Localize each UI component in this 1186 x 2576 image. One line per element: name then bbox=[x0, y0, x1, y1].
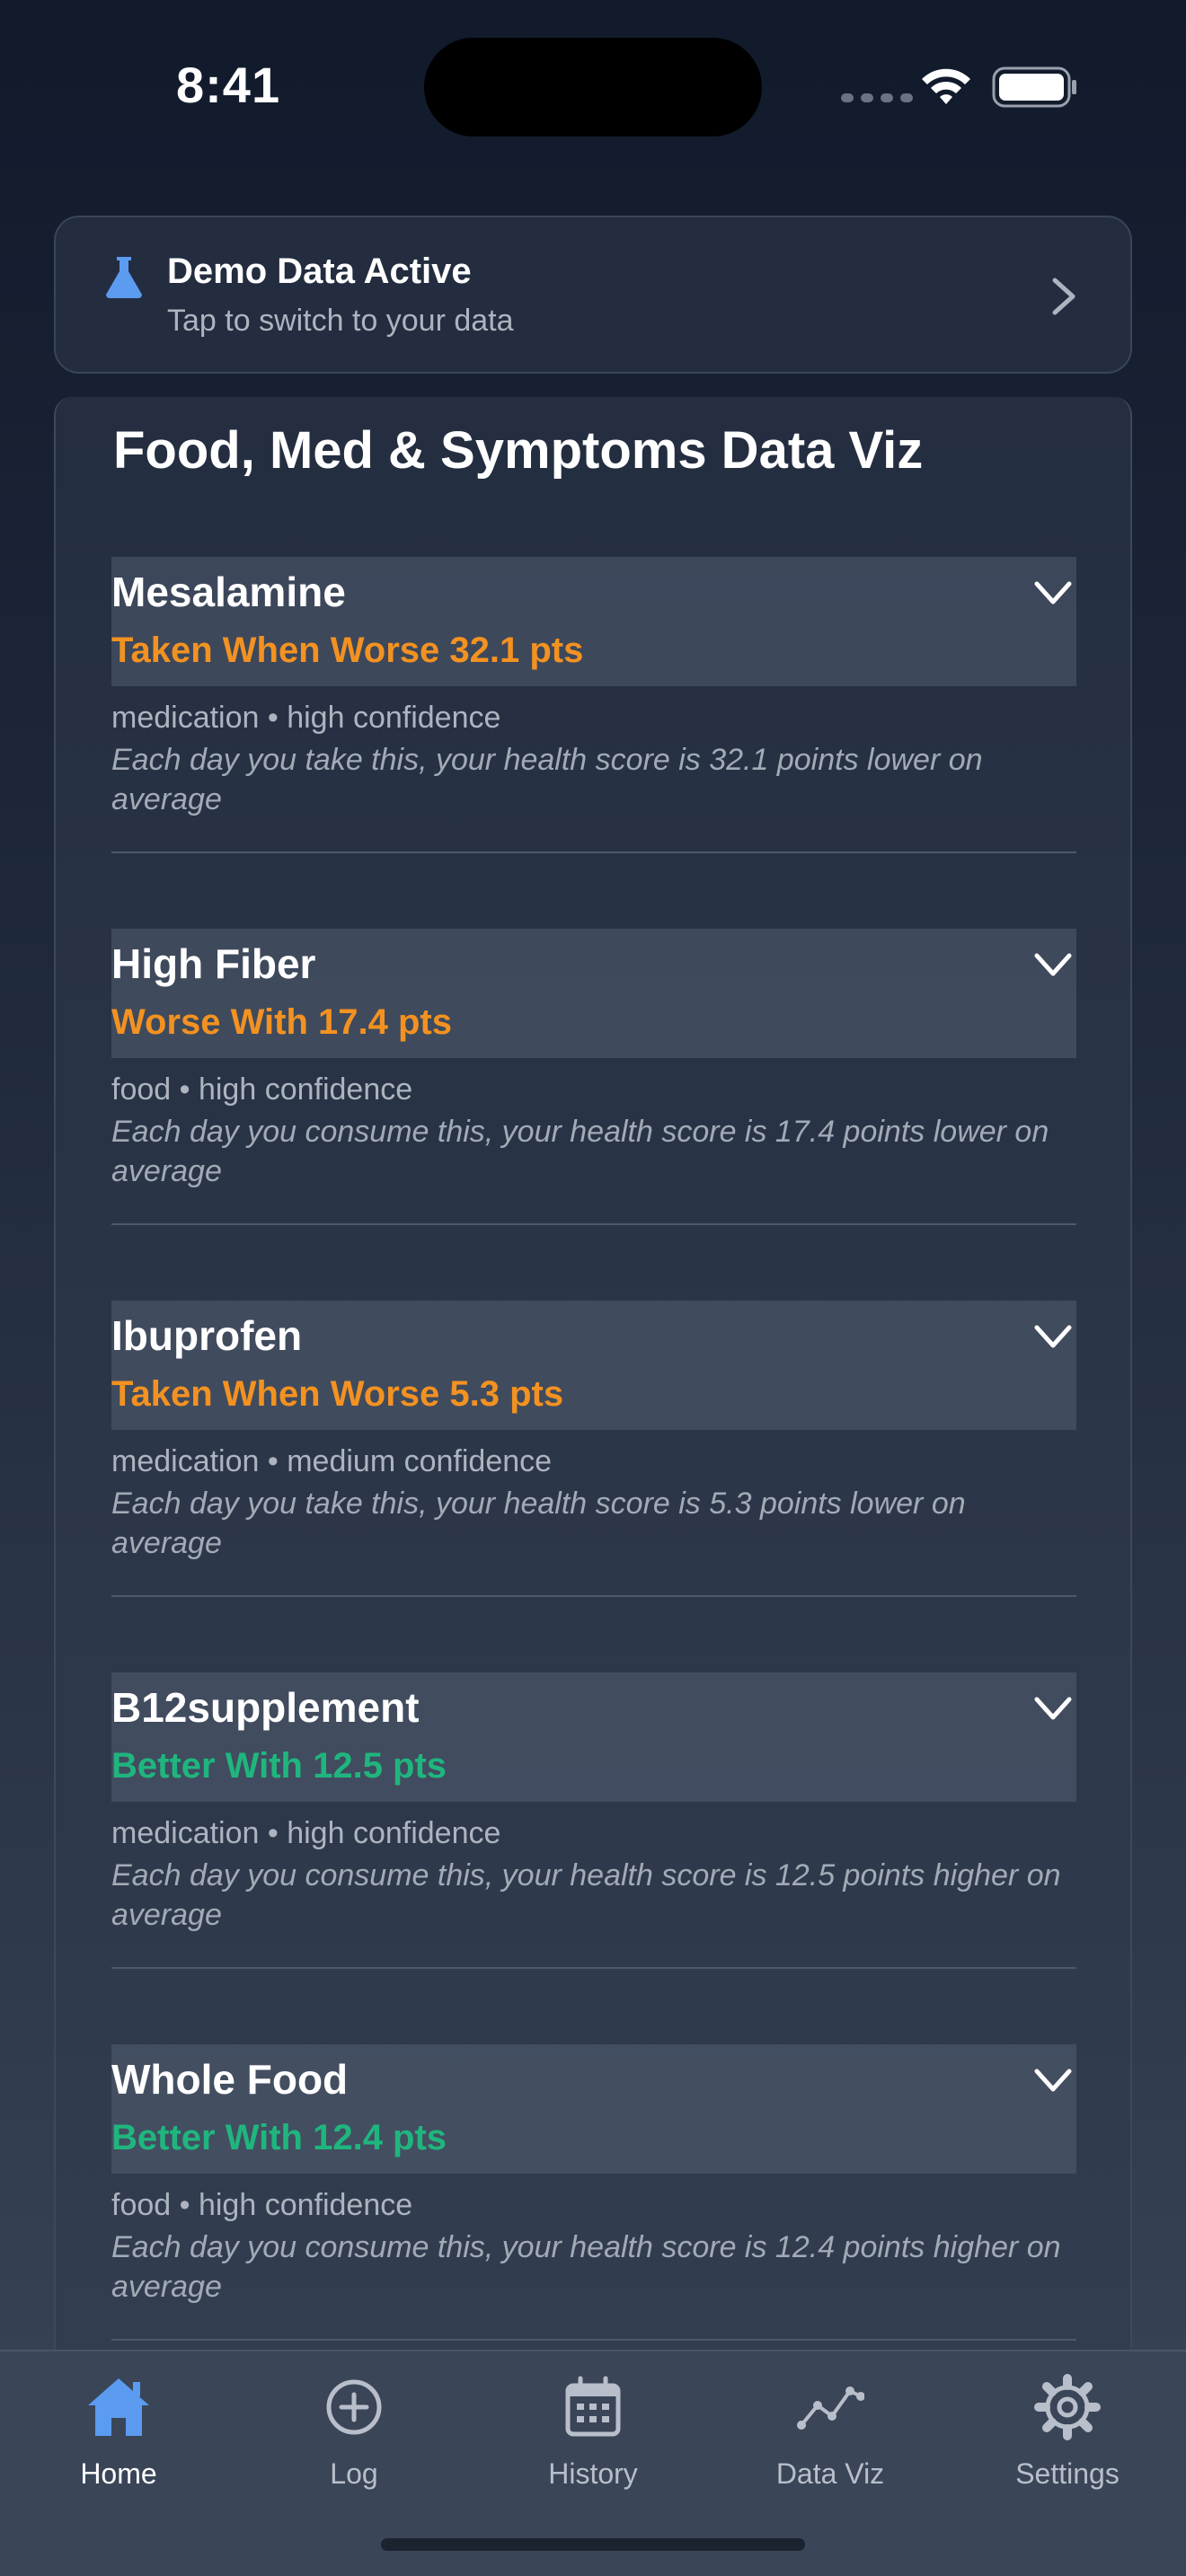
insight-name: Ibuprofen bbox=[111, 1312, 303, 1359]
insight-item: High Fiber Worse With 17.4 pts food • hi… bbox=[111, 929, 1076, 1225]
tab-history[interactable]: History bbox=[503, 2351, 683, 2513]
chevron-down-icon[interactable] bbox=[1033, 2068, 1073, 2095]
line-chart-icon bbox=[797, 2386, 864, 2430]
insight-header[interactable]: Whole Food Better With 12.4 pts bbox=[111, 2044, 1076, 2174]
insight-header[interactable]: B12supplement Better With 12.5 pts bbox=[111, 1672, 1076, 1802]
insight-name: Mesalamine bbox=[111, 569, 346, 615]
banner-title: Demo Data Active bbox=[167, 251, 472, 291]
insight-effect: Taken When Worse 5.3 pts bbox=[111, 1374, 564, 1414]
tab-label: History bbox=[548, 2457, 638, 2490]
divider bbox=[111, 1967, 1076, 1969]
insight-meta: food • high confidence bbox=[111, 1072, 413, 1107]
tab-data-viz[interactable]: Data Viz bbox=[740, 2351, 920, 2513]
dynamic-island bbox=[424, 38, 762, 137]
home-icon bbox=[88, 2378, 149, 2436]
divider bbox=[111, 1595, 1076, 1597]
status-bar: 8:41 bbox=[0, 0, 1186, 180]
battery-icon bbox=[992, 66, 1076, 108]
wifi-icon bbox=[922, 68, 970, 104]
insight-header[interactable]: Ibuprofen Taken When Worse 5.3 pts bbox=[111, 1301, 1076, 1430]
chevron-down-icon[interactable] bbox=[1033, 1696, 1073, 1723]
chevron-down-icon[interactable] bbox=[1033, 952, 1073, 979]
insight-description: Each day you consume this, your health s… bbox=[111, 2230, 1061, 2304]
insight-item: Ibuprofen Taken When Worse 5.3 pts medic… bbox=[111, 1301, 1076, 1597]
insight-header[interactable]: High Fiber Worse With 17.4 pts bbox=[111, 929, 1076, 1058]
insight-description: Each day you take this, your health scor… bbox=[111, 743, 983, 816]
status-time: 8:41 bbox=[176, 57, 281, 113]
insight-effect: Taken When Worse 32.1 pts bbox=[111, 631, 584, 670]
cellular-signal-icon bbox=[841, 93, 913, 102]
insight-description: Each day you consume this, your health s… bbox=[111, 1115, 1049, 1188]
insight-name: High Fiber bbox=[111, 940, 316, 987]
insight-meta: medication • medium confidence bbox=[111, 1444, 553, 1478]
insight-description: Each day you take this, your health scor… bbox=[111, 1486, 966, 1560]
banner-subtitle: Tap to switch to your data bbox=[167, 304, 514, 338]
insight-meta: medication • high confidence bbox=[111, 1816, 501, 1850]
divider bbox=[111, 2339, 1076, 2341]
data-viz-card: Food, Med & Symptoms Data Viz Mesalamine… bbox=[54, 397, 1132, 2373]
insight-item: Mesalamine Taken When Worse 32.1 pts med… bbox=[111, 557, 1076, 853]
divider bbox=[111, 851, 1076, 853]
plus-circle-icon bbox=[326, 2379, 382, 2435]
gear-icon bbox=[1034, 2374, 1101, 2440]
insight-name: Whole Food bbox=[111, 2056, 349, 2103]
insight-effect: Better With 12.4 pts bbox=[111, 2118, 447, 2157]
chevron-down-icon[interactable] bbox=[1033, 580, 1073, 607]
insight-effect: Worse With 17.4 pts bbox=[111, 1002, 452, 1042]
insight-effect: Better With 12.5 pts bbox=[111, 1746, 447, 1786]
tab-label: Log bbox=[330, 2457, 378, 2490]
tab-settings[interactable]: Settings bbox=[978, 2351, 1157, 2513]
home-indicator bbox=[381, 2538, 805, 2551]
chevron-right-icon bbox=[1052, 278, 1075, 315]
insight-item: Whole Food Better With 12.4 pts food • h… bbox=[111, 2044, 1076, 2341]
insight-description: Each day you consume this, your health s… bbox=[111, 1858, 1061, 1932]
insight-meta: food • high confidence bbox=[111, 2188, 413, 2222]
calendar-icon bbox=[565, 2376, 621, 2437]
insight-header[interactable]: Mesalamine Taken When Worse 32.1 pts bbox=[111, 557, 1076, 686]
insight-meta: medication • high confidence bbox=[111, 701, 501, 735]
insight-name: B12supplement bbox=[111, 1684, 420, 1731]
chevron-down-icon[interactable] bbox=[1033, 1324, 1073, 1351]
divider bbox=[111, 1223, 1076, 1225]
page-title: Food, Med & Symptoms Data Viz bbox=[113, 421, 924, 480]
flask-icon bbox=[106, 257, 142, 298]
demo-data-banner[interactable]: Demo Data Active Tap to switch to your d… bbox=[54, 216, 1132, 374]
tab-home[interactable]: Home bbox=[29, 2351, 208, 2513]
tab-label: Home bbox=[80, 2457, 157, 2490]
tab-label: Settings bbox=[1015, 2457, 1120, 2490]
insight-item: B12supplement Better With 12.5 pts medic… bbox=[111, 1672, 1076, 1969]
tab-label: Data Viz bbox=[775, 2457, 885, 2490]
tab-log[interactable]: Log bbox=[264, 2351, 444, 2513]
